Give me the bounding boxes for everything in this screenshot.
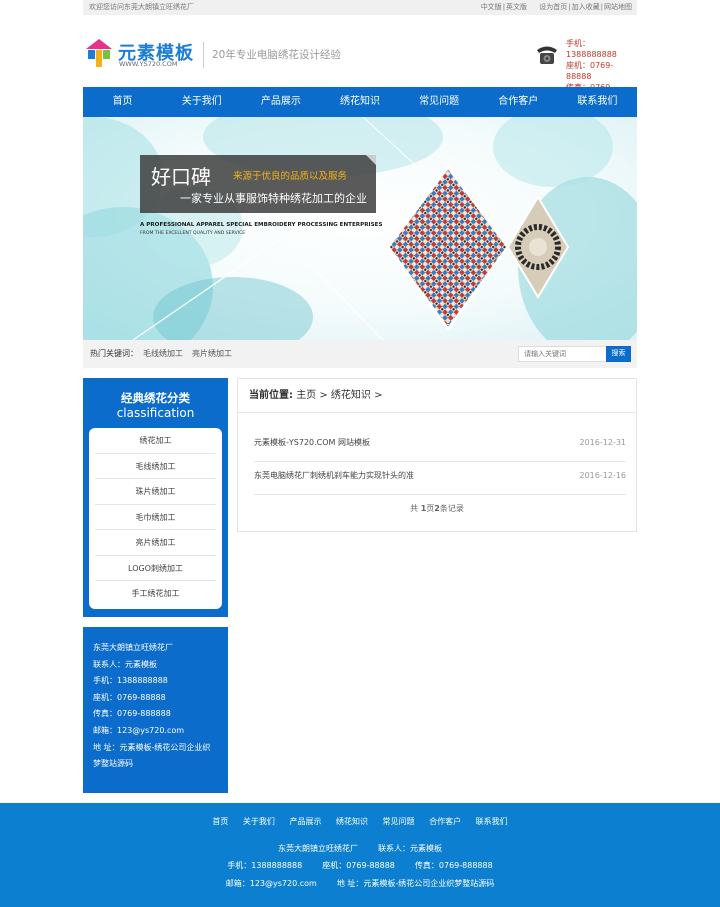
nav-home[interactable]: 首页 (83, 87, 162, 117)
top-links: 中文版|英文版 设为首页|加入收藏|网站地图 (480, 3, 632, 11)
footer-mobile: 手机：1388888888 (227, 861, 303, 870)
welcome-text: 欢迎您访问东莞大朗镇立旺绣花厂 (89, 3, 194, 11)
contact-fax: 传真：0769-888888 (93, 709, 171, 719)
nav-contact[interactable]: 联系我们 (558, 87, 637, 117)
hot-keyword-link[interactable]: 亮片绣加工 (192, 340, 232, 368)
add-favorite-link[interactable]: 加入收藏 (572, 3, 600, 11)
banner-english-line2: FROM THE EXCELLENT QUALITY AND SERVICE (140, 231, 246, 236)
footer-company: 东莞大朗镇立旺绣花厂 (278, 844, 358, 853)
nav-about[interactable]: 关于我们 (162, 87, 241, 117)
set-homepage-link[interactable]: 设为首页 (539, 3, 567, 11)
category-item[interactable]: 亮片绣加工 (95, 530, 216, 556)
article-list-panel: 当前位置: 主页 > 绣花知识 > 元素模板-YS720.COM 网站模板 20… (237, 378, 637, 532)
category-item[interactable]: 绣花加工 (95, 428, 216, 454)
logo-url: WWW.YS720.COM (119, 60, 178, 68)
footer-email: 邮箱：123@ys720.com (225, 879, 317, 888)
header-divider (203, 42, 204, 68)
category-item[interactable]: LOGO刺绣加工 (95, 556, 216, 581)
category-list: 绣花加工 毛线绣加工 珠片绣加工 毛巾绣加工 亮片绣加工 LOGO刺绣加工 手工… (89, 428, 222, 609)
article-title-link[interactable]: 东莞电脑绣花厂刺绣机刹车能力实现针头的准 (254, 471, 414, 480)
footer-line-address: 邮箱：123@ys720.com 地 址：元素模板-绣花公司企业织梦整站源码 (0, 878, 720, 889)
banner-subtitle: 一家专业从事服饰特种绣花加工的企业 (180, 192, 367, 205)
contact-mobile: 手机：1388888888 (93, 676, 168, 686)
category-item[interactable]: 毛线绣加工 (95, 454, 216, 479)
list-item: 东莞电脑绣花厂刺绣机刹车能力实现针头的准 2016-12-16 (254, 462, 626, 495)
pager-suffix: 条记录 (439, 504, 464, 513)
category-item[interactable]: 珠片绣加工 (95, 479, 216, 505)
category-title: 经典绣花分类 (121, 391, 190, 405)
footer-nav-products[interactable]: 产品展示 (289, 817, 321, 826)
article-date: 2016-12-16 (579, 471, 627, 480)
footer-nav-faq[interactable]: 常见问题 (383, 817, 415, 826)
banner-title: 好口碑 (151, 165, 211, 189)
header-slogan: 20年专业电脑绣花设计经验 (212, 49, 341, 61)
sidebar-contact: 东莞大朗镇立旺绣花厂 联系人：元素模板 手机：1388888888 座机：076… (83, 627, 228, 793)
sitemap-link[interactable]: 网站地图 (604, 3, 632, 11)
category-item[interactable]: 毛巾绣加工 (95, 505, 216, 530)
telephone-icon (537, 46, 557, 64)
category-subtitle: classification (116, 406, 195, 420)
hot-keyword-link[interactable]: 毛线绣加工 (143, 340, 183, 368)
banner-english-line1: A PROFESSIONAL APPAREL SPECIAL EMBROIDER… (140, 222, 383, 228)
hot-keywords-bar: 热门关键词： 毛线绣加工 亮片绣加工 搜索 (83, 340, 637, 368)
footer-nav-home[interactable]: 首页 (212, 817, 228, 826)
article-title-link[interactable]: 元素模板-YS720.COM 网站模板 (254, 438, 370, 447)
footer-nav: 首页 关于我们 产品展示 绣花知识 常见问题 合作客户 联系我们 (0, 816, 720, 827)
footer-nav-about[interactable]: 关于我们 (243, 817, 275, 826)
nav-knowledge[interactable]: 绣花知识 (320, 87, 399, 117)
header-mobile: 手机：1388888888 (566, 39, 617, 59)
logo-icon[interactable] (86, 39, 112, 67)
footer-fax: 传真：0769-888888 (414, 861, 493, 870)
breadcrumb-path[interactable]: 主页 > 绣花知识 > (296, 390, 382, 401)
nav-faq[interactable]: 常见问题 (400, 87, 479, 117)
pagination-info: 共 1页2条记录 (238, 503, 636, 514)
footer-line-phones: 手机：1388888888 座机：0769-88888 传真：0769-888888 (0, 860, 720, 871)
breadcrumb: 当前位置: 主页 > 绣花知识 > (238, 379, 636, 413)
banner-artwork (83, 117, 637, 340)
hero-banner[interactable]: 好口碑 来源于优良的品质以及服务 一家专业从事服饰特种绣花加工的企业 A PRO… (83, 117, 637, 340)
search-input[interactable] (518, 346, 610, 362)
nav-clients[interactable]: 合作客户 (479, 87, 558, 117)
footer-landline: 座机：0769-88888 (322, 861, 395, 870)
article-date: 2016-12-31 (579, 438, 627, 447)
contact-company: 东莞大朗镇立旺绣花厂 (93, 643, 173, 652)
top-bar: 欢迎您访问东莞大朗镇立旺绣花厂 中文版|英文版 设为首页|加入收藏|网站地图 (83, 0, 637, 15)
hot-keywords-label: 热门关键词： (90, 349, 138, 358)
nav-products[interactable]: 产品展示 (241, 87, 320, 117)
contact-person: 联系人：元素模板 (93, 659, 157, 669)
footer-nav-contact[interactable]: 联系我们 (476, 817, 508, 826)
search-button[interactable]: 搜索 (606, 346, 631, 362)
list-item: 元素模板-YS720.COM 网站模板 2016-12-31 (254, 429, 626, 462)
main-nav: 首页 关于我们 产品展示 绣花知识 常见问题 合作客户 联系我们 (83, 87, 637, 117)
footer-line-company: 东莞大朗镇立旺绣花厂 联系人：元素模板 (0, 843, 720, 854)
category-sidebar: 经典绣花分类 classification 绣花加工 毛线绣加工 珠片绣加工 毛… (83, 378, 228, 617)
lang-english-link[interactable]: 英文版 (506, 3, 527, 11)
footer-person: 联系人：元素模板 (378, 844, 442, 853)
breadcrumb-label: 当前位置: (249, 390, 293, 401)
header-landline: 座机：0769-88888 (566, 61, 614, 81)
footer-nav-clients[interactable]: 合作客户 (429, 817, 461, 826)
banner-tag: 来源于优良的品质以及服务 (233, 171, 348, 182)
contact-landline: 座机：0769-88888 (93, 692, 166, 702)
pager-prefix: 共 (410, 504, 421, 513)
footer-nav-knowledge[interactable]: 绣花知识 (336, 817, 368, 826)
footer-address: 地 址：元素模板-绣花公司企业织梦整站源码 (336, 879, 495, 888)
contact-email: 邮箱：123@ys720.com (93, 725, 185, 735)
footer: 首页 关于我们 产品展示 绣花知识 常见问题 合作客户 联系我们 东莞大朗镇立旺… (0, 803, 720, 907)
lang-chinese-link[interactable]: 中文版 (481, 3, 502, 11)
category-item[interactable]: 手工绣花加工 (95, 581, 216, 607)
contact-address: 地 址：元素模板-绣花公司企业织梦整站源码 (93, 742, 211, 769)
header: 元素模板 WWW.YS720.COM 20年专业电脑绣花设计经验 手机：1388… (83, 15, 637, 103)
